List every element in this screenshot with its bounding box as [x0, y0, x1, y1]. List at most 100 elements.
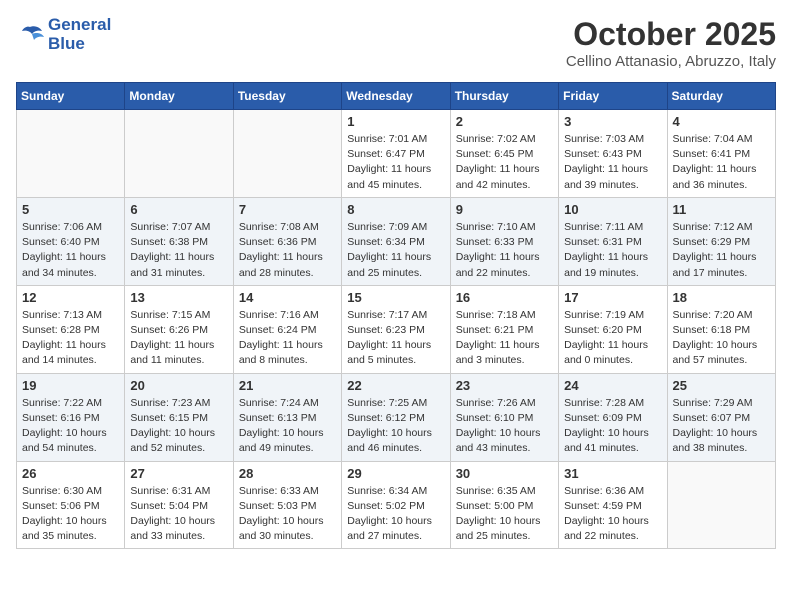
day-info: Sunrise: 7:10 AM Sunset: 6:33 PM Dayligh… [456, 220, 553, 281]
day-info: Sunrise: 6:33 AM Sunset: 5:03 PM Dayligh… [239, 484, 336, 545]
day-info: Sunrise: 6:34 AM Sunset: 5:02 PM Dayligh… [347, 484, 444, 545]
day-number: 11 [673, 202, 770, 217]
day-info: Sunrise: 7:25 AM Sunset: 6:12 PM Dayligh… [347, 396, 444, 457]
weekday-header: Saturday [667, 83, 775, 110]
day-info: Sunrise: 7:08 AM Sunset: 6:36 PM Dayligh… [239, 220, 336, 281]
day-number: 28 [239, 466, 336, 481]
day-number: 20 [130, 378, 227, 393]
calendar-cell [125, 110, 233, 198]
day-info: Sunrise: 7:22 AM Sunset: 6:16 PM Dayligh… [22, 396, 119, 457]
calendar-cell: 18Sunrise: 7:20 AM Sunset: 6:18 PM Dayli… [667, 285, 775, 373]
day-number: 18 [673, 290, 770, 305]
calendar-cell: 11Sunrise: 7:12 AM Sunset: 6:29 PM Dayli… [667, 197, 775, 285]
day-number: 4 [673, 114, 770, 129]
day-number: 17 [564, 290, 661, 305]
day-number: 14 [239, 290, 336, 305]
calendar-cell: 27 Sunrise: 6:31 AM Sunset: 5:04 PM Dayli… [125, 461, 233, 549]
day-number: 7 [239, 202, 336, 217]
day-number: 30 [456, 466, 553, 481]
calendar-cell [17, 110, 125, 198]
calendar-cell [667, 461, 775, 549]
calendar-week-row: 12Sunrise: 7:13 AM Sunset: 6:28 PM Dayli… [17, 285, 776, 373]
day-info: Sunrise: 7:01 AM Sunset: 6:47 PM Dayligh… [347, 132, 444, 193]
calendar-cell: 14 Sunrise: 7:16 AM Sunset: 6:24 PM Dayli… [233, 285, 341, 373]
calendar-cell: 20 Sunrise: 7:23 AM Sunset: 6:15 PM Dayli… [125, 373, 233, 461]
day-info: Sunrise: 7:03 AM Sunset: 6:43 PM Dayligh… [564, 132, 661, 193]
page-header: General Blue October 2025 Cellino Attana… [16, 16, 776, 70]
day-info: Sunrise: 7:06 AM Sunset: 6:40 PM Dayligh… [22, 220, 119, 281]
logo-icon [16, 23, 44, 47]
day-number: 19 [22, 378, 119, 393]
weekday-header: Tuesday [233, 83, 341, 110]
day-info: Sunrise: 7:28 AM Sunset: 6:09 PM Dayligh… [564, 396, 661, 457]
day-number: 10 [564, 202, 661, 217]
calendar-cell: 29Sunrise: 6:34 AM Sunset: 5:02 PM Dayli… [342, 461, 450, 549]
day-number: 1 [347, 114, 444, 129]
logo-text: General Blue [48, 16, 111, 53]
day-number: 25 [673, 378, 770, 393]
day-info: Sunrise: 7:18 AM Sunset: 6:21 PM Dayligh… [456, 308, 553, 369]
calendar-cell: 10 Sunrise: 7:11 AM Sunset: 6:31 PM Dayli… [559, 197, 667, 285]
title-block: October 2025 Cellino Attanasio, Abruzzo,… [566, 16, 776, 70]
day-info: Sunrise: 7:04 AM Sunset: 6:41 PM Dayligh… [673, 132, 770, 193]
calendar-cell [233, 110, 341, 198]
calendar-cell: 2 Sunrise: 7:02 AM Sunset: 6:45 PM Daylig… [450, 110, 558, 198]
location-subtitle: Cellino Attanasio, Abruzzo, Italy [566, 53, 776, 70]
day-info: Sunrise: 7:16 AM Sunset: 6:24 PM Dayligh… [239, 308, 336, 369]
weekday-header: Monday [125, 83, 233, 110]
calendar-cell: 30 Sunrise: 6:35 AM Sunset: 5:00 PM Dayli… [450, 461, 558, 549]
day-info: Sunrise: 7:17 AM Sunset: 6:23 PM Dayligh… [347, 308, 444, 369]
day-number: 3 [564, 114, 661, 129]
weekday-header: Thursday [450, 83, 558, 110]
day-number: 2 [456, 114, 553, 129]
calendar-week-row: 1 Sunrise: 7:01 AM Sunset: 6:47 PM Daylig… [17, 110, 776, 198]
calendar-week-row: 26 Sunrise: 6:30 AM Sunset: 5:06 PM Dayli… [17, 461, 776, 549]
day-info: Sunrise: 7:02 AM Sunset: 6:45 PM Dayligh… [456, 132, 553, 193]
day-number: 6 [130, 202, 227, 217]
calendar-table: SundayMondayTuesdayWednesdayThursdayFrid… [16, 82, 776, 549]
calendar-cell: 28 Sunrise: 6:33 AM Sunset: 5:03 PM Dayli… [233, 461, 341, 549]
day-info: Sunrise: 7:23 AM Sunset: 6:15 PM Dayligh… [130, 396, 227, 457]
calendar-cell: 17 Sunrise: 7:19 AM Sunset: 6:20 PM Dayli… [559, 285, 667, 373]
calendar-cell: 24 Sunrise: 7:28 AM Sunset: 6:09 PM Dayli… [559, 373, 667, 461]
calendar-cell: 13Sunrise: 7:15 AM Sunset: 6:26 PM Dayli… [125, 285, 233, 373]
day-info: Sunrise: 7:29 AM Sunset: 6:07 PM Dayligh… [673, 396, 770, 457]
day-number: 27 [130, 466, 227, 481]
day-info: Sunrise: 7:26 AM Sunset: 6:10 PM Dayligh… [456, 396, 553, 457]
day-number: 24 [564, 378, 661, 393]
calendar-cell: 21 Sunrise: 7:24 AM Sunset: 6:13 PM Dayli… [233, 373, 341, 461]
weekday-header: Sunday [17, 83, 125, 110]
calendar-cell: 25 Sunrise: 7:29 AM Sunset: 6:07 PM Dayli… [667, 373, 775, 461]
calendar-cell: 16 Sunrise: 7:18 AM Sunset: 6:21 PM Dayli… [450, 285, 558, 373]
day-info: Sunrise: 6:30 AM Sunset: 5:06 PM Dayligh… [22, 484, 119, 545]
day-number: 22 [347, 378, 444, 393]
calendar-cell: 8 Sunrise: 7:09 AM Sunset: 6:34 PM Daylig… [342, 197, 450, 285]
calendar-cell: 9 Sunrise: 7:10 AM Sunset: 6:33 PM Daylig… [450, 197, 558, 285]
calendar-cell: 6 Sunrise: 7:07 AM Sunset: 6:38 PM Daylig… [125, 197, 233, 285]
calendar-cell: 4 Sunrise: 7:04 AM Sunset: 6:41 PM Daylig… [667, 110, 775, 198]
day-number: 16 [456, 290, 553, 305]
day-info: Sunrise: 6:31 AM Sunset: 5:04 PM Dayligh… [130, 484, 227, 545]
day-number: 26 [22, 466, 119, 481]
day-info: Sunrise: 6:35 AM Sunset: 5:00 PM Dayligh… [456, 484, 553, 545]
day-info: Sunrise: 7:07 AM Sunset: 6:38 PM Dayligh… [130, 220, 227, 281]
calendar-cell: 3 Sunrise: 7:03 AM Sunset: 6:43 PM Daylig… [559, 110, 667, 198]
calendar-cell: 26 Sunrise: 6:30 AM Sunset: 5:06 PM Dayli… [17, 461, 125, 549]
day-info: Sunrise: 7:11 AM Sunset: 6:31 PM Dayligh… [564, 220, 661, 281]
day-number: 23 [456, 378, 553, 393]
day-number: 21 [239, 378, 336, 393]
calendar-cell: 1 Sunrise: 7:01 AM Sunset: 6:47 PM Daylig… [342, 110, 450, 198]
day-info: Sunrise: 7:13 AM Sunset: 6:28 PM Dayligh… [22, 308, 119, 369]
day-number: 15 [347, 290, 444, 305]
calendar-cell: 7 Sunrise: 7:08 AM Sunset: 6:36 PM Daylig… [233, 197, 341, 285]
day-info: Sunrise: 7:19 AM Sunset: 6:20 PM Dayligh… [564, 308, 661, 369]
day-info: Sunrise: 7:24 AM Sunset: 6:13 PM Dayligh… [239, 396, 336, 457]
day-number: 8 [347, 202, 444, 217]
day-number: 5 [22, 202, 119, 217]
calendar-cell: 12Sunrise: 7:13 AM Sunset: 6:28 PM Dayli… [17, 285, 125, 373]
day-number: 9 [456, 202, 553, 217]
day-info: Sunrise: 6:36 AM Sunset: 4:59 PM Dayligh… [564, 484, 661, 545]
day-number: 31 [564, 466, 661, 481]
logo: General Blue [16, 16, 111, 53]
day-info: Sunrise: 7:09 AM Sunset: 6:34 PM Dayligh… [347, 220, 444, 281]
